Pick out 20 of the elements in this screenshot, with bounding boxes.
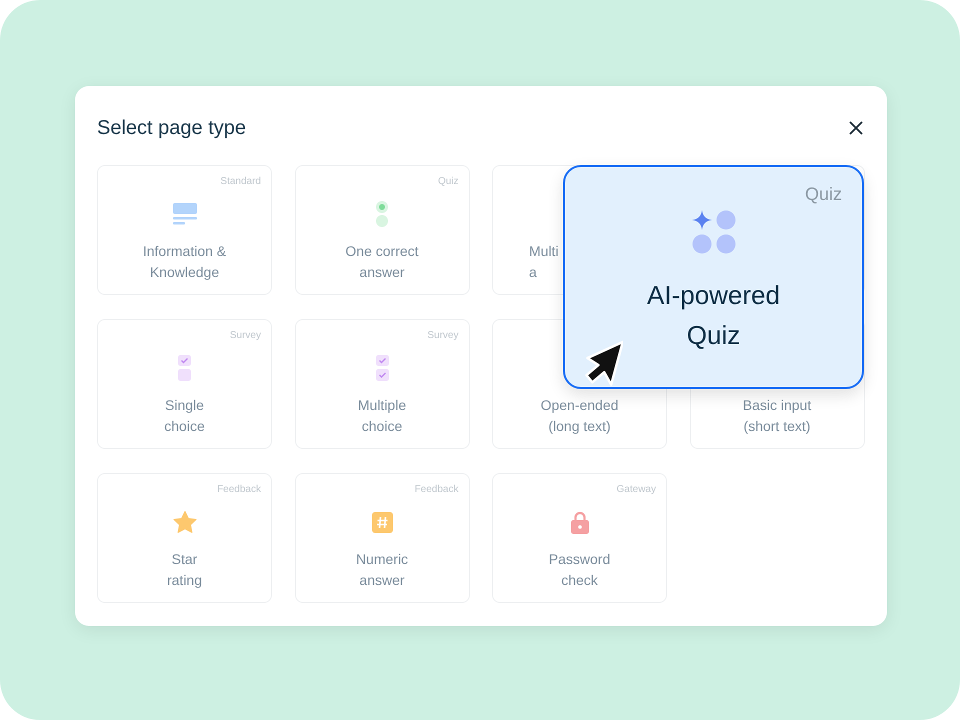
card-category: Survey (427, 330, 458, 343)
card-category: Survey (230, 330, 261, 343)
card-label: Password check (548, 550, 610, 590)
card-category: Gateway (616, 484, 656, 497)
card-category: Standard (220, 176, 261, 189)
card-category: Quiz (804, 183, 842, 205)
card-label: Multiple choice (358, 396, 406, 436)
card-label: AI-powered Quiz (647, 279, 780, 352)
card-label: Basic input (short text) (742, 396, 812, 436)
dialog-title: Select page type (97, 116, 246, 140)
card-label: One correct answer (345, 242, 419, 282)
card-category: Feedback (217, 484, 261, 497)
card-label: Single choice (164, 396, 205, 436)
card-label: Open-ended (long text) (540, 396, 618, 436)
card-label: Information & Knowledge (142, 242, 226, 282)
card-label: Star rating (166, 550, 202, 590)
card-category: Feedback (414, 484, 458, 497)
card-category: Quiz (438, 176, 458, 189)
card-label: Numeric answer (356, 550, 408, 590)
card-label: Multi a (529, 242, 559, 282)
